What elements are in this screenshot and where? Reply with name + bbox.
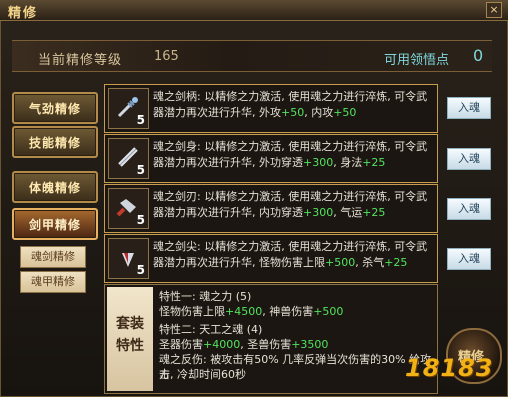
stat-value: +3500 xyxy=(291,338,329,351)
stat-value: +300 xyxy=(303,156,334,169)
stat-text: , 圣兽伤害 xyxy=(240,338,292,351)
stat-text: 圣器伤害 xyxy=(159,338,203,351)
set-trait-two-cooldown: 方, 冷却时间60秒 xyxy=(159,368,246,381)
set-trait-two: 特性二: 天工之魂 (4) xyxy=(159,323,263,336)
desc-text: , 内攻 xyxy=(304,106,334,119)
refine-level-label: 当前精修等级 xyxy=(38,53,123,68)
row-description: 魂之剑柄: 以精修之力激活, 使用魂之力进行淬炼, 可令武 器潜力再次进行升华,… xyxy=(153,89,433,121)
tab-body[interactable]: 体魄精修 xyxy=(12,171,98,203)
set-label: 套装 xyxy=(116,316,144,332)
enter-soul-button[interactable]: 入魂 xyxy=(447,248,491,270)
available-points-value: 0 xyxy=(473,46,484,65)
desc-line: 魂之剑尖: 以精修之力激活, 使用魂之力进行淬炼, 可令武 xyxy=(153,240,428,253)
available-points-label: 可用领悟点 xyxy=(384,53,450,68)
stat-value: +4000 xyxy=(203,338,241,351)
desc-line: 魂之剑身: 以精修之力激活, 使用魂之力进行淬炼, 可令武 xyxy=(153,140,428,153)
tab-qijing[interactable]: 气劲精修 xyxy=(12,92,98,124)
desc-text: , 杀气 xyxy=(355,256,385,269)
desc-text: 器潜力再次进行升华, 外功穿透 xyxy=(153,156,303,169)
sword-blade-icon: 5 xyxy=(108,138,149,179)
set-label-box: 套装 特性 xyxy=(107,287,153,391)
sword-hilt-icon: 5 xyxy=(108,88,149,129)
stat-value: +25 xyxy=(384,256,408,269)
refine-row: 5 魂之剑身: 以精修之力激活, 使用魂之力进行淬炼, 可令武 器潜力再次进行升… xyxy=(104,134,438,183)
tab-sword-armor[interactable]: 剑甲精修 xyxy=(12,208,98,240)
refine-row: 5 魂之剑尖: 以精修之力激活, 使用魂之力进行淬炼, 可令武 器潜力再次进行升… xyxy=(104,234,438,283)
enter-soul-button[interactable]: 入魂 xyxy=(447,198,491,220)
item-level: 5 xyxy=(136,213,145,227)
stat-value: +50 xyxy=(333,106,357,119)
refine-row: 5 魂之剑刃: 以精修之力激活, 使用魂之力进行淬炼, 可令武 器潜力再次进行升… xyxy=(104,184,438,233)
subtab-soul-sword[interactable]: 魂剑精修 xyxy=(20,246,86,268)
stat-text: 怪物伤害上限 xyxy=(159,305,225,318)
level-bar: 当前精修等级 165 可用领悟点 0 xyxy=(12,40,492,72)
stat-value: +25 xyxy=(362,206,386,219)
desc-text: 器潜力再次进行升华, 怪物伤害上限 xyxy=(153,256,325,269)
window-title: 精修 xyxy=(8,6,39,21)
tab-skill[interactable]: 技能精修 xyxy=(12,126,98,158)
sword-tip-icon: 5 xyxy=(108,238,149,279)
set-bonus-panel: 套装 特性 特性一: 魂之力 (5) 怪物伤害上限+4500, 神兽伤害+500… xyxy=(104,284,438,394)
tab-label: 气劲精修 xyxy=(28,102,81,116)
set-label: 特性 xyxy=(116,338,144,354)
stat-text: , 神兽伤害 xyxy=(262,305,314,318)
desc-line: 器潜力再次进行升华, 外功穿透+300, 身法+25 xyxy=(153,155,433,171)
sword-edge-icon: 5 xyxy=(108,188,149,229)
enter-soul-button[interactable]: 入魂 xyxy=(447,148,491,170)
stat-value: +25 xyxy=(362,156,386,169)
row-description: 魂之剑刃: 以精修之力激活, 使用魂之力进行淬炼, 可令武 器潜力再次进行升华,… xyxy=(153,189,433,221)
enter-soul-button[interactable]: 入魂 xyxy=(447,97,491,119)
desc-text: , 气运 xyxy=(333,206,363,219)
stat-value: +4500 xyxy=(225,305,263,318)
close-button[interactable]: × xyxy=(486,2,502,18)
desc-line: 器潜力再次进行升华, 外攻+50, 内攻+50 xyxy=(153,105,433,121)
row-description: 魂之剑身: 以精修之力激活, 使用魂之力进行淬炼, 可令武 器潜力再次进行升华,… xyxy=(153,139,433,171)
item-level: 5 xyxy=(136,263,145,277)
desc-text: 器潜力再次进行升华, 内功穿透 xyxy=(153,206,303,219)
refine-level-value: 165 xyxy=(154,49,179,64)
item-level: 5 xyxy=(136,113,145,127)
title-bar: 精修 × xyxy=(0,0,508,21)
tab-label: 剑甲精修 xyxy=(28,218,81,232)
subtab-soul-armor[interactable]: 魂甲精修 xyxy=(20,271,86,293)
desc-line: 器潜力再次进行升华, 内功穿透+300, 气运+25 xyxy=(153,205,433,221)
desc-text: 器潜力再次进行升华, 外攻 xyxy=(153,106,281,119)
tab-label: 体魄精修 xyxy=(28,181,81,195)
row-description: 魂之剑尖: 以精修之力激活, 使用魂之力进行淬炼, 可令武 器潜力再次进行升华,… xyxy=(153,239,433,271)
tab-label: 技能精修 xyxy=(28,136,81,150)
refine-row: 5 魂之剑柄: 以精修之力激活, 使用魂之力进行淬炼, 可令武 器潜力再次进行升… xyxy=(104,84,438,133)
stat-value: +500 xyxy=(325,256,356,269)
desc-text: , 身法 xyxy=(333,156,363,169)
stat-value: +50 xyxy=(281,106,305,119)
set-trait-one-stats: 怪物伤害上限+4500, 神兽伤害+500 xyxy=(159,304,343,319)
item-level: 5 xyxy=(136,163,145,177)
stat-value: +500 xyxy=(313,305,344,318)
desc-line: 魂之剑柄: 以精修之力激活, 使用魂之力进行淬炼, 可令武 xyxy=(153,90,428,103)
desc-line: 魂之剑刃: 以精修之力激活, 使用魂之力进行淬炼, 可令武 xyxy=(153,190,428,203)
watermark-logo: 18183 xyxy=(405,354,494,382)
stat-value: +300 xyxy=(303,206,334,219)
set-trait-one: 特性一: 魂之力 (5) xyxy=(159,290,252,303)
desc-line: 器潜力再次进行升华, 怪物伤害上限+500, 杀气+25 xyxy=(153,255,433,271)
set-trait-two-stats: 圣器伤害+4000, 圣兽伤害+3500 xyxy=(159,337,328,352)
